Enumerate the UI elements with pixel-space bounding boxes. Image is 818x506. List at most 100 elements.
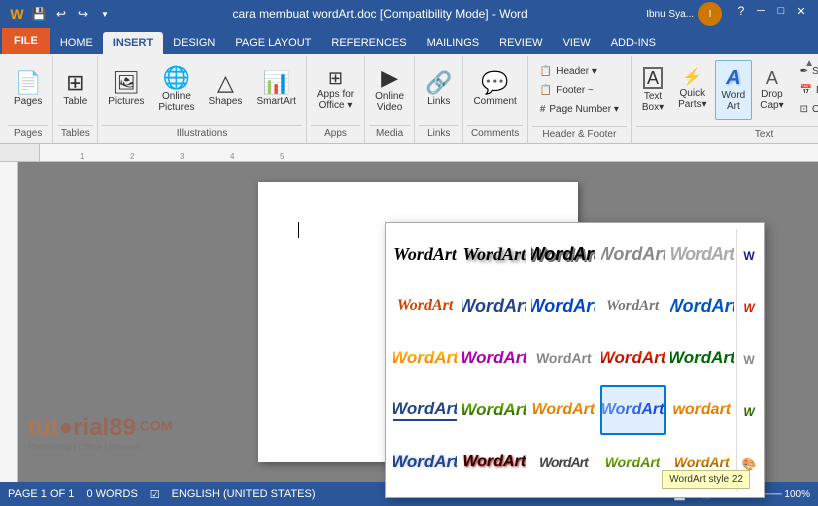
status-words: 0 WORDS [86, 488, 137, 500]
pictures-button[interactable]: 🖼 Pictures [102, 60, 150, 120]
online-pictures-label: OnlinePictures [158, 91, 194, 113]
wordart-label: WordArt [722, 90, 746, 112]
wa-side-4[interactable]: W [739, 387, 759, 437]
wa-side-3[interactable]: W [739, 335, 759, 385]
apps-label: Apps forOffice ▾ [317, 89, 354, 111]
wordart-style-16[interactable]: WordArt [392, 385, 458, 435]
wa-side-2[interactable]: W [739, 283, 759, 333]
wordart-style-5[interactable]: WordArt [669, 229, 735, 279]
links-button[interactable]: 🔗 Links [419, 60, 458, 120]
links-buttons: 🔗 Links [419, 58, 458, 123]
hf-buttons: 📋 Header ▾ 📋 Footer ~ # Page Number ▾ [532, 58, 627, 124]
redo-icon[interactable]: ↪ [74, 5, 92, 23]
wordart-style-9[interactable]: WordArt [600, 281, 666, 331]
wordart-icon: A [726, 68, 740, 88]
tables-buttons: ⊞ Table [57, 58, 93, 123]
tab-review[interactable]: REVIEW [489, 32, 552, 54]
ribbon-collapse-button[interactable]: ▲ [804, 58, 814, 69]
wordart-style-12[interactable]: WordArt [461, 333, 527, 383]
wa-side-1[interactable]: W [739, 231, 759, 281]
ruler-mark-4: 4 [230, 152, 234, 161]
wordart-style-4[interactable]: WordArt [600, 229, 666, 279]
horizontal-ruler: 1 2 3 4 5 [40, 144, 818, 161]
wordart-dropdown: WordArt WordArt WordArt WordArt WordArt … [385, 222, 765, 498]
tab-home[interactable]: HOME [50, 32, 103, 54]
tab-references[interactable]: REFERENCES [321, 32, 416, 54]
wordart-style-1[interactable]: WordArt [392, 229, 458, 279]
text-box-label: TextBox▾ [642, 91, 664, 113]
comment-icon: 💬 [481, 72, 508, 94]
wordart-style-18[interactable]: WordArt [530, 385, 596, 435]
tab-file[interactable]: FILE [2, 28, 50, 54]
avatar: I [698, 2, 722, 26]
wordart-style-8[interactable]: WordArt [530, 281, 596, 331]
wordart-button[interactable]: A WordArt [715, 60, 753, 120]
text-cursor [298, 222, 299, 238]
tab-insert[interactable]: INSERT [103, 32, 163, 54]
text-box-button[interactable]: A TextBox▾ [636, 60, 670, 120]
object-button[interactable]: ⊡ Object ▾ [794, 100, 818, 118]
ruler-container: 1 2 3 4 5 [0, 144, 818, 162]
smartart-label: SmartArt [256, 96, 295, 107]
wordart-style-17[interactable]: WordArt [461, 385, 527, 435]
apps-button[interactable]: ⊞ Apps forOffice ▾ [311, 60, 360, 120]
help-button[interactable]: ? [732, 2, 750, 20]
wordart-style-13[interactable]: WordArt [530, 333, 596, 383]
wordart-style-25[interactable]: WordArt [669, 437, 735, 487]
customize-icon[interactable]: ▼ [96, 5, 114, 23]
footer-button[interactable]: 📋 Footer ~ [534, 81, 625, 99]
wordart-style-7[interactable]: WordArt [461, 281, 527, 331]
restore-button[interactable]: □ [772, 2, 790, 20]
undo-icon[interactable]: ↩ [52, 5, 70, 23]
table-button[interactable]: ⊞ Table [57, 60, 93, 120]
ribbon-group-media: ▶ OnlineVideo Media [365, 56, 415, 143]
wordart-style-23[interactable]: WordArt [530, 437, 596, 487]
shapes-button[interactable]: △ Shapes [203, 60, 249, 120]
wordart-style-3[interactable]: WordArt [530, 229, 596, 279]
close-button[interactable]: ✕ [792, 2, 810, 20]
online-video-label: OnlineVideo [375, 91, 404, 113]
wordart-style-24[interactable]: WordArt [600, 437, 666, 487]
ruler-mark-1: 1 [80, 152, 84, 161]
tab-mailings[interactable]: MAILINGS [417, 32, 490, 54]
wordart-style-14[interactable]: WordArt [600, 333, 666, 383]
quick-parts-button[interactable]: ⚡ QuickParts▾ [672, 60, 712, 120]
wa-side-5[interactable]: 🎨 [739, 439, 759, 489]
pages-label: Pages [14, 96, 42, 107]
tab-design[interactable]: DESIGN [163, 32, 225, 54]
save-icon[interactable]: 💾 [30, 5, 48, 23]
tab-page-layout[interactable]: PAGE LAYOUT [225, 32, 321, 54]
wordart-style-6[interactable]: WordArt [392, 281, 458, 331]
smartart-icon: 📊 [262, 72, 289, 94]
online-video-icon: ▶ [381, 67, 398, 89]
tab-view[interactable]: VIEW [553, 32, 601, 54]
tab-add-ins[interactable]: ADD-INS [601, 32, 666, 54]
page-number-label: Page Number ▾ [549, 104, 619, 115]
wordart-style-19[interactable]: wordart [669, 385, 735, 435]
wordart-style-2[interactable]: WordArt [461, 229, 527, 279]
smartart-button[interactable]: 📊 SmartArt [250, 60, 301, 120]
illustrations-buttons: 🖼 Pictures 🌐 OnlinePictures △ Shapes 📊 S… [102, 58, 302, 123]
drop-cap-label: DropCap▾ [760, 89, 783, 111]
date-time-button[interactable]: 📅 Date & Time [794, 81, 818, 99]
wordart-style-20[interactable]: WordArt [392, 437, 458, 487]
wordart-style-22[interactable]: WordArt [600, 385, 666, 435]
drop-cap-button[interactable]: A DropCap▾ [754, 60, 789, 120]
date-time-icon: 📅 [800, 85, 812, 96]
wordart-style-21[interactable]: WordArt [461, 437, 527, 487]
ruler-mark-3: 3 [180, 152, 184, 161]
wordart-style-10[interactable]: WordArt [669, 281, 735, 331]
header-button[interactable]: 📋 Header ▾ [534, 62, 625, 80]
minimize-button[interactable]: ─ [752, 2, 770, 20]
online-pictures-button[interactable]: 🌐 OnlinePictures [152, 60, 200, 120]
wordart-style-15[interactable]: WordArt [669, 333, 735, 383]
object-icon: ⊡ [800, 104, 808, 115]
online-video-button[interactable]: ▶ OnlineVideo [369, 60, 410, 120]
page-number-button[interactable]: # Page Number ▾ [534, 100, 625, 118]
word-icon: W [8, 5, 26, 23]
comment-button[interactable]: 💬 Comment [467, 60, 522, 120]
pages-button[interactable]: 📄 Pages [8, 60, 48, 120]
watermark-text1: tut [28, 414, 59, 441]
table-icon: ⊞ [66, 72, 84, 94]
wordart-style-11[interactable]: WordArt [392, 333, 458, 383]
